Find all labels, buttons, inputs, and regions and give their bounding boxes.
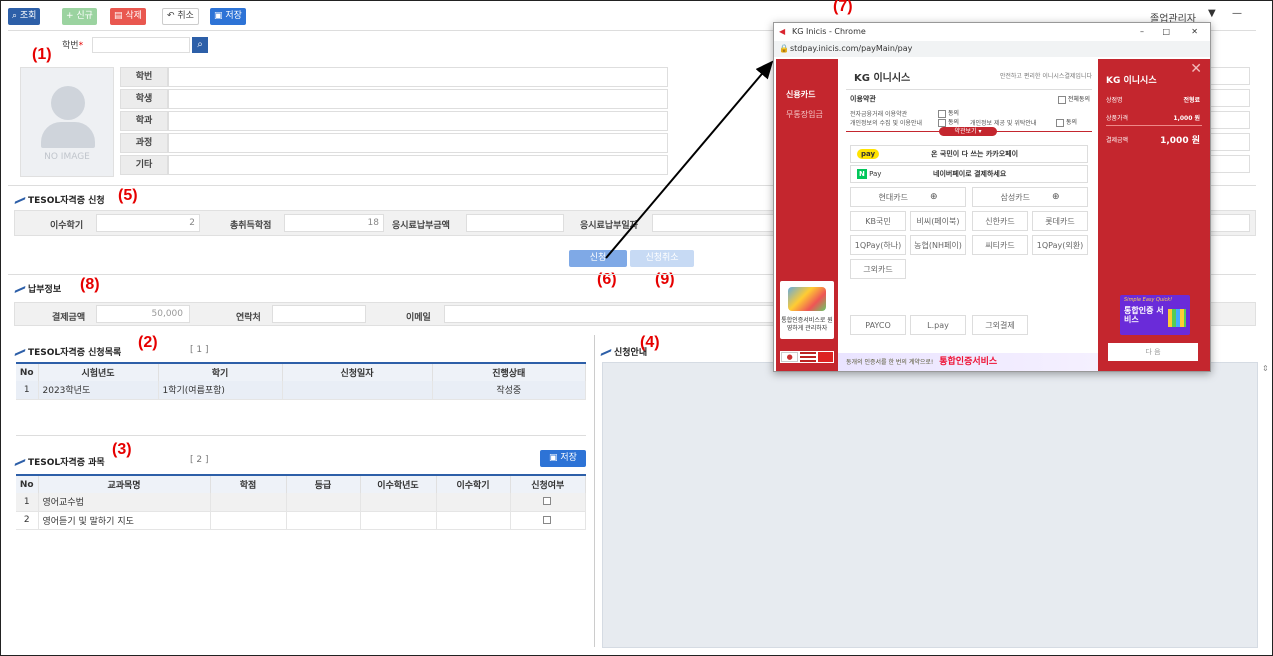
agree-term3-checkbox[interactable]: 동의	[1056, 117, 1077, 127]
agree-label: 동의	[1066, 119, 1078, 126]
hyundai-card[interactable]: 현대카드 ⊕	[850, 187, 966, 207]
language-flags: ●	[780, 351, 834, 363]
flag-kr-icon[interactable]: ●	[781, 352, 799, 362]
term1-text: 전자금융거래 이용약관	[850, 111, 908, 118]
popup-close-icon[interactable]: ✕	[1191, 23, 1198, 41]
agree-label: 동의	[948, 110, 960, 117]
flag-cn-icon[interactable]	[817, 352, 833, 362]
popup-titlebar: ◀ KG Inicis - Chrome – □ ✕	[774, 23, 1210, 41]
lock-icon: 🔒	[779, 44, 789, 53]
promo-big-text: 통합인증 서비스	[1124, 306, 1164, 324]
product-label: 상점명	[1106, 97, 1123, 104]
left-promo-banner[interactable]: 통합인증서비스로 원영하게 관리하자	[780, 281, 834, 339]
card-nh[interactable]: 농협(NH페이)	[910, 235, 966, 255]
popup-order-summary: ✕ KG 이니시스 상점명 전형료 상품가격 1,000 원 결제금액 1,00…	[1098, 59, 1210, 371]
card-keb[interactable]: 1QPay(외환)	[1032, 235, 1088, 255]
popup-minimize-icon[interactable]: –	[1140, 23, 1144, 41]
popup-window-title: KG Inicis - Chrome	[792, 27, 866, 36]
price-value: 1,000 원	[1173, 115, 1200, 122]
total-label: 결제금액	[1106, 137, 1129, 144]
promo-grid-icon	[1168, 309, 1186, 327]
agree-all-checkbox[interactable]: 전체동의	[1057, 94, 1090, 104]
term2-text: 개인정보의 수집 및 이용안내	[850, 120, 922, 127]
naverpay-button[interactable]: N Pay 네이버페이로 결제하세요	[850, 165, 1088, 183]
pay-payco[interactable]: PAYCO	[850, 315, 906, 335]
bottom-banner[interactable]: 동개의 인증서를 한 번의 계약으로! 통합인증서비스	[838, 353, 1098, 371]
promo-integrated-auth[interactable]: Simple Easy Quick! 통합인증 서비스	[1120, 295, 1190, 335]
next-button[interactable]: 다 음	[1108, 343, 1198, 361]
pay-lpay[interactable]: L.pay	[910, 315, 966, 335]
samsung-card[interactable]: 삼성카드 ⊕	[972, 187, 1088, 207]
popup-maximize-icon[interactable]: □	[1162, 23, 1170, 41]
product-value: 전형료	[1183, 97, 1200, 104]
method-bank-transfer[interactable]: 무통장입금	[786, 109, 823, 120]
terms-title: 이용약관	[850, 95, 876, 103]
bottom-banner-text: 동개의 인증서를 한 번의 계약으로!	[846, 359, 934, 366]
promo-small-text: Simple Easy Quick!	[1124, 297, 1173, 303]
card-bc[interactable]: 비씨(페이북)	[910, 211, 966, 231]
payment-popup: ◀ KG Inicis - Chrome – □ ✕ 🔒 stdpay.inic…	[773, 22, 1211, 372]
kakaopay-button[interactable]: pay 온 국민이 다 쓰는 카카오페이	[850, 145, 1088, 163]
view-terms-button[interactable]: 약관보기 ▾	[939, 127, 997, 136]
divider	[1106, 125, 1202, 126]
divider	[846, 89, 1092, 90]
card-hana[interactable]: 1QPay(하나)	[850, 235, 906, 255]
bottom-banner-title: 통합인증서비스	[939, 357, 998, 367]
popup-url: stdpay.inicis.com/payMain/pay	[790, 44, 913, 53]
popup-tagline: 안전하고 편리한 이니시스결제입니다	[999, 73, 1092, 80]
samsung-label: 삼성카드	[1000, 192, 1030, 202]
kakaopay-icon: pay	[857, 149, 880, 159]
popup-left-menu: 신용카드 무통장입금 통합인증서비스로 원영하게 관리하자 ●	[776, 59, 838, 371]
left-promo-text: 통합인증서비스로 원영하게 관리하자	[781, 317, 833, 332]
side-brand: KG 이니시스	[1106, 76, 1157, 86]
agree-all-label: 전체동의	[1067, 96, 1090, 103]
promo-graphic-icon	[788, 287, 826, 311]
hyundai-label: 현대카드	[878, 192, 908, 202]
card-shinhan[interactable]: 신한카드	[972, 211, 1028, 231]
kakaopay-text: 온 국민이 다 쓰는 카카오페이	[931, 150, 1019, 158]
view-terms-label: 약관보기	[954, 128, 977, 135]
popup-x-close-icon[interactable]: ✕	[1190, 61, 1202, 77]
card-citi[interactable]: 씨티카드	[972, 235, 1028, 255]
method-credit-card[interactable]: 신용카드	[786, 89, 815, 100]
plus-icon: ⊕	[929, 192, 938, 202]
plus-icon: ⊕	[1051, 192, 1060, 202]
annotation-7: (7)	[833, 0, 853, 15]
total-value: 1,000 원	[1160, 136, 1200, 146]
popup-brand: KG 이니시스	[854, 73, 911, 84]
card-kb[interactable]: KB국민	[850, 211, 906, 231]
inicis-logo-icon: ◀	[779, 27, 786, 36]
flag-us-icon[interactable]	[800, 352, 816, 362]
agree-term2-checkbox[interactable]: 동의	[938, 117, 959, 127]
card-lotte[interactable]: 롯데카드	[1032, 211, 1088, 231]
agree-label: 동의	[948, 119, 960, 126]
term3-text: 개인정보 제공 및 위탁안내	[970, 120, 1037, 127]
popup-addressbar: 🔒 stdpay.inicis.com/payMain/pay	[774, 41, 1210, 57]
naverpay-icon: N Pay	[857, 169, 882, 179]
pay-other[interactable]: 그외결제	[972, 315, 1028, 335]
price-label: 상품가격	[1106, 115, 1129, 122]
naverpay-text: 네이버페이로 결제하세요	[933, 170, 1007, 178]
card-other[interactable]: 그외카드	[850, 259, 906, 279]
popup-center: KG 이니시스 안전하고 편리한 이니시스결제입니다 이용약관 전체동의 전자금…	[838, 59, 1098, 371]
